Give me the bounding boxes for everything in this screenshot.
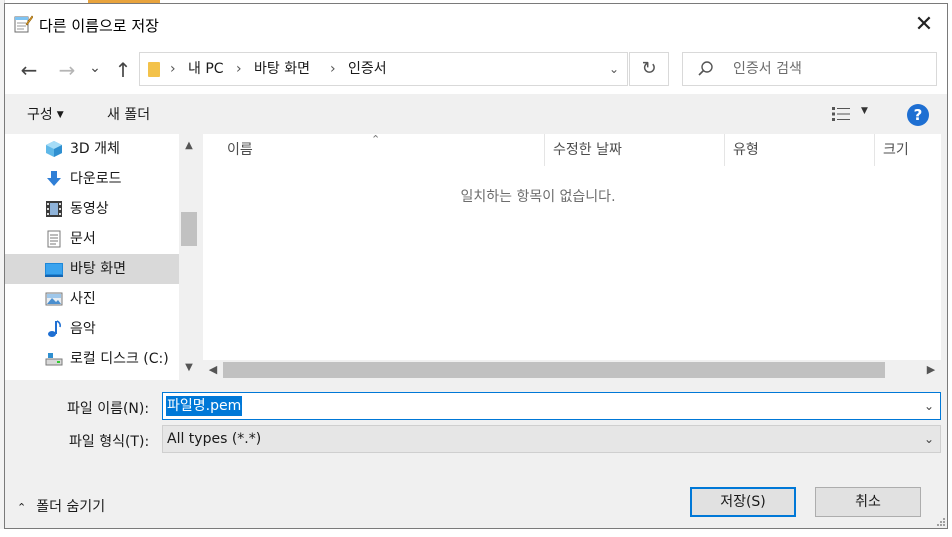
breadcrumb-certificates[interactable]: 인증서 — [348, 53, 387, 85]
sidebar-item-videos[interactable]: 동영상 — [5, 194, 179, 224]
breadcrumb-this-pc[interactable]: 내 PC — [188, 53, 224, 85]
music-icon — [48, 320, 61, 337]
sidebar-item-label: 바탕 화면 — [70, 261, 126, 277]
filename-input[interactable]: 파일명.pem ⌄ — [162, 392, 941, 420]
notepad-icon — [14, 15, 33, 33]
close-icon: ✕ — [914, 12, 934, 37]
chevron-down-icon[interactable]: ⌄ — [924, 393, 934, 419]
desktop-icon — [45, 263, 63, 277]
recent-locations-button[interactable]: ⌄ — [87, 56, 103, 80]
breadcrumb-separator-icon: › — [170, 61, 176, 77]
chevron-down-icon: ⌄ — [89, 60, 101, 76]
column-header-size[interactable]: 크기 — [875, 134, 941, 166]
column-header-label: 이름 — [227, 142, 253, 158]
scroll-down-icon[interactable]: ▼ — [179, 362, 199, 373]
breadcrumb-separator-icon: › — [330, 61, 336, 77]
organize-label: 구성 — [27, 107, 53, 123]
forward-arrow-icon: → — [58, 58, 76, 82]
view-options-icon[interactable] — [831, 106, 851, 122]
column-header-type[interactable]: 유형 — [725, 134, 875, 166]
hide-folders-button[interactable]: ⌃ 폴더 숨기기 — [17, 496, 105, 516]
sort-ascending-icon: ⌃ — [371, 133, 381, 146]
column-header-name[interactable]: ⌃ 이름 — [203, 133, 545, 166]
back-button[interactable]: ← — [17, 58, 41, 82]
downloads-icon — [47, 171, 61, 186]
sidebar-item-documents[interactable]: 문서 — [5, 224, 179, 254]
forward-button[interactable]: → — [55, 58, 79, 82]
sidebar-item-label: 문서 — [70, 231, 96, 247]
scroll-up-icon[interactable]: ▲ — [179, 140, 199, 151]
sidebar-item-label: 음악 — [70, 321, 96, 337]
resize-grip-icon[interactable] — [935, 516, 945, 526]
pictures-icon — [45, 292, 63, 306]
navigation-pane: 3D 개체 다운로드 동영상 문서 바탕 화면 사진 음악 로컬 디스크 (C:… — [5, 134, 199, 380]
search-input[interactable]: 인증서 검색 — [682, 52, 937, 86]
3d-objects-icon — [46, 141, 62, 157]
address-bar[interactable]: › 내 PC › 바탕 화면 › 인증서 ⌄ — [139, 52, 628, 86]
sidebar-item-local-disk[interactable]: 로컬 디스크 (C:) — [5, 344, 179, 374]
save-button[interactable]: 저장(S) — [690, 487, 796, 517]
cancel-button[interactable]: 취소 — [815, 487, 921, 517]
scroll-right-icon[interactable]: ▶ — [921, 360, 941, 380]
sidebar-item-label: 3D 개체 — [70, 141, 120, 157]
organize-button[interactable]: 구성 ▼ — [27, 104, 64, 124]
new-folder-button[interactable]: 새 폴더 — [107, 104, 150, 124]
videos-icon — [46, 201, 62, 217]
caret-down-icon: ▼ — [56, 110, 64, 120]
save-as-dialog: 다른 이름으로 저장 ✕ ← → ⌄ ↑ › 내 PC › 바탕 화면 › 인증… — [4, 3, 948, 529]
hide-folders-label: 폴더 숨기기 — [36, 499, 106, 515]
window-title: 다른 이름으로 저장 — [39, 17, 159, 35]
file-list: ⌃ 이름 수정한 날짜 유형 크기 일치하는 항목이 없습니다. — [203, 133, 941, 380]
up-arrow-icon: ↑ — [114, 58, 132, 82]
filetype-select[interactable]: All types (*.*) ⌄ — [162, 425, 941, 453]
sidebar-item-label: 로컬 디스크 (C:) — [70, 351, 169, 367]
back-arrow-icon: ← — [20, 58, 38, 82]
sidebar-item-pictures[interactable]: 사진 — [5, 284, 179, 314]
close-button[interactable]: ✕ — [909, 10, 939, 40]
folder-icon — [148, 62, 160, 77]
title-bar: 다른 이름으로 저장 ✕ — [5, 4, 947, 46]
documents-icon — [47, 230, 61, 248]
filetype-value: All types (*.*) — [167, 431, 262, 447]
background-window-bottom — [0, 529, 952, 537]
column-header-date-modified[interactable]: 수정한 날짜 — [545, 134, 725, 166]
sidebar-item-music[interactable]: 음악 — [5, 314, 179, 344]
navigation-scrollbar[interactable]: ▲ ▼ — [179, 134, 199, 380]
up-button[interactable]: ↑ — [111, 58, 135, 82]
sidebar-item-desktop[interactable]: 바탕 화면 — [5, 254, 179, 284]
horizontal-scrollbar[interactable]: ◀ ▶ — [203, 360, 941, 380]
navigation-bar: ← → ⌄ ↑ › 내 PC › 바탕 화면 › 인증서 ⌄ ↻ 인증서 검색 — [5, 46, 947, 94]
command-toolbar: 구성 ▼ 새 폴더 ▼ ? — [5, 94, 947, 134]
sidebar-item-label: 사진 — [70, 291, 96, 307]
scrollbar-thumb[interactable] — [181, 212, 197, 246]
help-icon[interactable]: ? — [907, 104, 929, 126]
filetype-label: 파일 형식(T): — [69, 434, 150, 450]
breadcrumb-desktop[interactable]: 바탕 화면 — [254, 53, 310, 85]
chevron-up-icon: ⌃ — [17, 501, 27, 514]
refresh-button[interactable]: ↻ — [629, 52, 669, 86]
local-disk-icon — [45, 353, 63, 366]
scrollbar-thumb[interactable] — [223, 362, 885, 378]
breadcrumb-separator-icon: › — [236, 61, 242, 77]
sidebar-item-downloads[interactable]: 다운로드 — [5, 164, 179, 194]
refresh-icon: ↻ — [641, 58, 657, 79]
sidebar-item-3d-objects[interactable]: 3D 개체 — [5, 134, 179, 164]
search-placeholder: 인증서 검색 — [733, 61, 802, 77]
filename-value: 파일명.pem — [166, 396, 243, 416]
filename-label: 파일 이름(N): — [67, 401, 150, 417]
sidebar-item-label: 다운로드 — [70, 171, 122, 187]
address-dropdown-icon[interactable]: ⌄ — [609, 53, 619, 85]
view-options-caret-icon[interactable]: ▼ — [861, 106, 868, 116]
empty-folder-message: 일치하는 항목이 없습니다. — [460, 189, 616, 205]
search-icon — [698, 61, 713, 76]
chevron-down-icon: ⌄ — [923, 432, 934, 446]
scroll-left-icon[interactable]: ◀ — [203, 360, 223, 380]
sidebar-item-label: 동영상 — [70, 201, 109, 217]
